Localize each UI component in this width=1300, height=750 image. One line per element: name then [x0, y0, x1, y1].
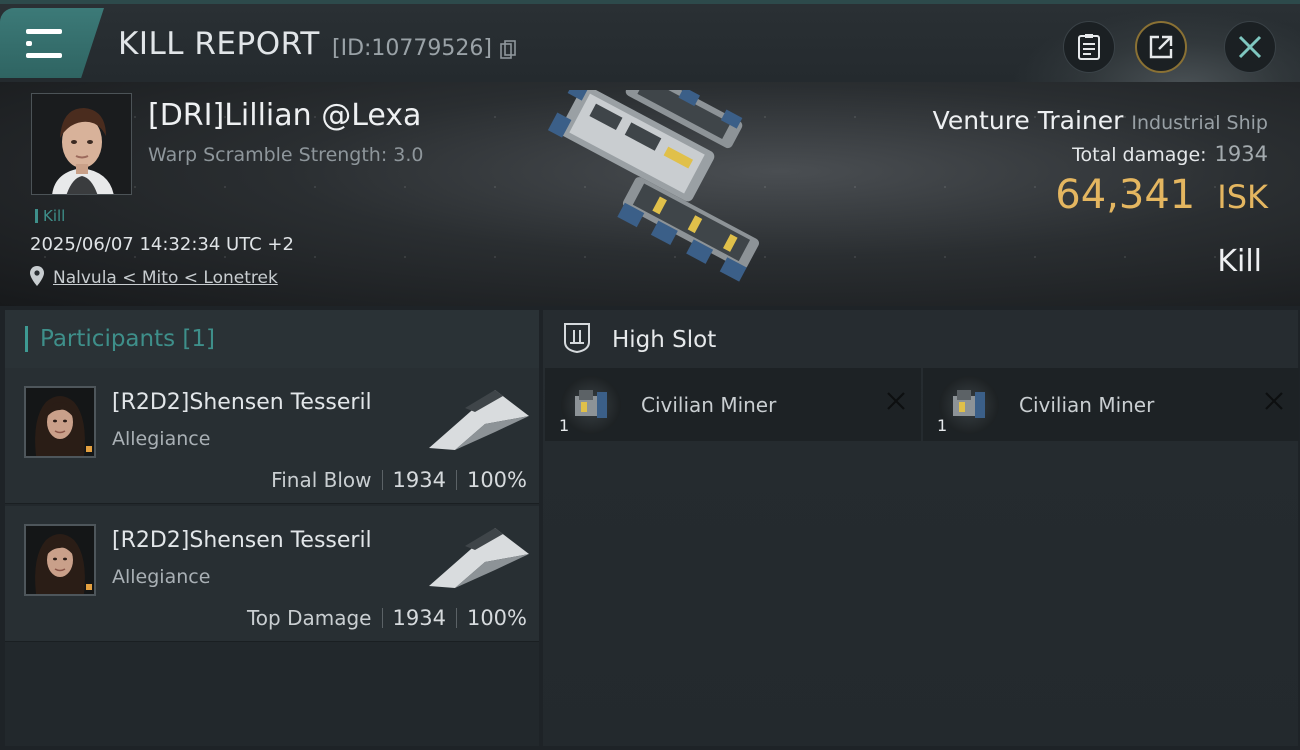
- kill-tag: Kill: [35, 207, 65, 225]
- warp-scramble-strength: Warp Scramble Strength: 3.0: [148, 144, 424, 166]
- total-damage: Total damage: 1934: [1072, 142, 1268, 166]
- victim-portrait[interactable]: [31, 93, 132, 195]
- participant-row[interactable]: [R2D2]Shensen Tesseril Allegiance Top Da…: [5, 506, 539, 642]
- participant-percent: 100%: [466, 606, 527, 630]
- participant-avatar[interactable]: [24, 524, 96, 596]
- location-link[interactable]: Nalvula < Mito < Lonetrek: [53, 268, 278, 288]
- page-title: KILL REPORT: [118, 26, 320, 62]
- participant-ship-icon: [429, 528, 529, 588]
- ship-class: Industrial Ship: [1131, 112, 1268, 134]
- clipboard-button[interactable]: [1063, 21, 1115, 73]
- participants-header[interactable]: Participants [1]: [5, 310, 539, 368]
- module-name: Civilian Miner: [641, 393, 777, 417]
- module-quantity: 1: [937, 416, 948, 435]
- module-item[interactable]: 1 Civilian Miner: [545, 368, 921, 441]
- share-button[interactable]: [1135, 21, 1187, 73]
- isk-unit: ISK: [1217, 178, 1268, 216]
- total-damage-label: Total damage:: [1072, 144, 1207, 166]
- participant-name[interactable]: [R2D2]Shensen Tesseril: [112, 390, 372, 415]
- report-outcome: Kill: [1217, 244, 1262, 279]
- total-damage-value: 1934: [1214, 142, 1268, 166]
- participant-row[interactable]: [R2D2]Shensen Tesseril Allegiance Final …: [5, 368, 539, 504]
- module-name: Civilian Miner: [1019, 393, 1155, 417]
- ship-type: Venture Trainer: [932, 106, 1124, 135]
- report-id: [ID:10779526]: [332, 36, 492, 61]
- participants-panel: Participants [1] [R2D2]Shensen Tesseril …: [5, 310, 539, 746]
- location-pin-icon: [30, 266, 44, 286]
- hamburger-icon: [26, 29, 62, 59]
- ship-name[interactable]: Venture Trainer Industrial Ship: [933, 106, 1268, 135]
- close-icon: [1238, 35, 1262, 59]
- isk-amount: 64,341: [1055, 172, 1196, 218]
- fitting-panel: High Slot 1 Civilian Miner 1 Civilian Mi…: [543, 310, 1299, 746]
- high-slot-title: High Slot: [612, 327, 717, 353]
- participant-percent: 100%: [466, 468, 527, 492]
- participant-role: Final Blow: [271, 468, 372, 492]
- participant-stats: Final Blow 1934 100%: [271, 468, 527, 492]
- close-button[interactable]: [1224, 21, 1276, 73]
- participant-avatar[interactable]: [24, 386, 96, 458]
- isk-value: 64,341 ISK: [1055, 172, 1268, 218]
- participant-role: Top Damage: [246, 606, 372, 630]
- share-icon: [1149, 35, 1173, 59]
- high-slot-header: High Slot: [543, 310, 1298, 368]
- participant-stats: Top Damage 1934 100%: [247, 606, 527, 630]
- module-item[interactable]: 1 Civilian Miner: [923, 368, 1299, 441]
- civilian-miner-icon: [561, 376, 621, 434]
- participant-name[interactable]: [R2D2]Shensen Tesseril: [112, 528, 372, 553]
- participant-damage: 1934: [392, 468, 446, 492]
- menu-button[interactable]: [0, 8, 104, 78]
- copy-icon[interactable]: [500, 40, 516, 60]
- module-quantity: 1: [559, 416, 570, 435]
- kill-summary-banner: [DRI]Lillian @Lexa Warp Scramble Strengt…: [0, 82, 1300, 306]
- high-slot-icon: [564, 323, 590, 354]
- civilian-miner-icon: [939, 376, 999, 434]
- participant-damage: 1934: [392, 606, 446, 630]
- clipboard-icon: [1078, 34, 1100, 60]
- participant-corp: Allegiance: [112, 428, 211, 450]
- participants-title: Participants [1]: [40, 326, 215, 352]
- ship-render: [547, 90, 760, 282]
- destroyed-x-icon: [887, 392, 905, 410]
- top-bar: KILL REPORT [ID:10779526]: [0, 0, 1300, 88]
- destroyed-x-icon: [1265, 392, 1283, 410]
- participant-corp: Allegiance: [112, 566, 211, 588]
- victim-avatar: [32, 94, 131, 194]
- kill-datetime: 2025/06/07 14:32:34 UTC +2: [30, 234, 294, 255]
- victim-name[interactable]: [DRI]Lillian @Lexa: [148, 98, 421, 133]
- participant-ship-icon: [429, 390, 529, 450]
